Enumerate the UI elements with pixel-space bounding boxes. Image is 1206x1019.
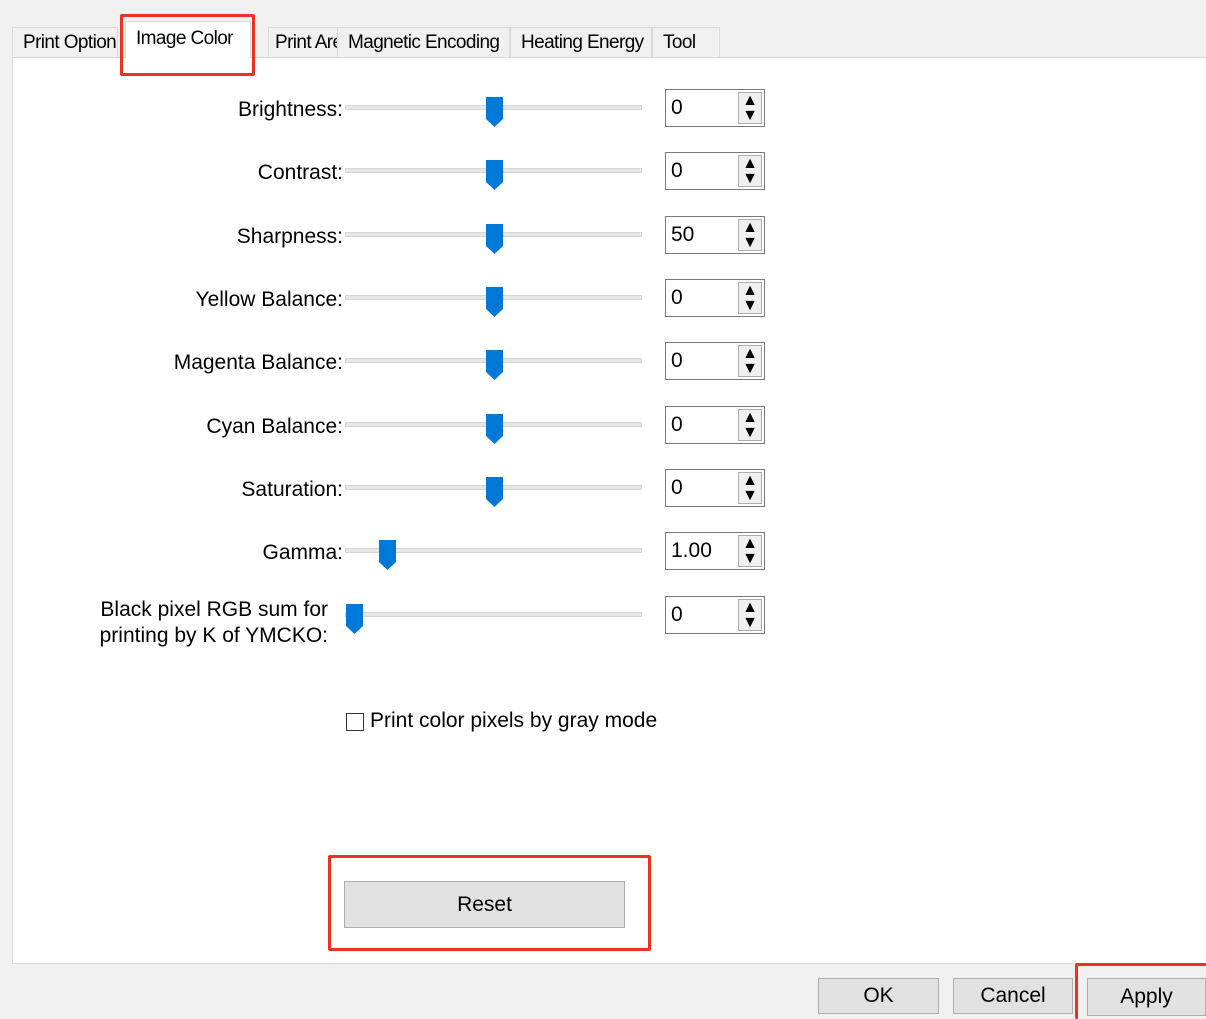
slider-thumb-icon: [485, 97, 503, 127]
gamma-row: Gamma: 1.00 ▲ ▼: [13, 532, 813, 580]
brightness-row: Brightness: 0 ▲ ▼: [13, 89, 813, 137]
brightness-slider[interactable]: [345, 97, 642, 127]
black-pixel-label-line1: Black pixel RGB sum for: [100, 598, 328, 621]
brightness-value[interactable]: 0: [671, 90, 683, 126]
contrast-value[interactable]: 0: [671, 153, 683, 189]
black-pixel-label: Black pixel RGB sum for printing by K of…: [100, 597, 328, 649]
slider-thumb-icon: [485, 350, 503, 380]
slider-thumb-icon: [485, 477, 503, 507]
spin-down-arrow-icon[interactable]: ▼: [739, 170, 761, 187]
cyan-balance-row: Cyan Balance: 0 ▲ ▼: [13, 406, 813, 454]
gamma-slider[interactable]: [345, 540, 642, 570]
cyan-balance-slider[interactable]: [345, 414, 642, 444]
slider-thumb-icon: [346, 604, 363, 634]
yellow-balance-slider[interactable]: [345, 287, 642, 317]
ok-button[interactable]: OK: [818, 978, 939, 1014]
tab-print-option[interactable]: Print Option: [12, 27, 118, 57]
spin-down-arrow-icon[interactable]: ▼: [739, 234, 761, 251]
spin-down-arrow-icon[interactable]: ▼: [739, 487, 761, 504]
slider-thumb[interactable]: [485, 160, 503, 190]
tab-print-area[interactable]: Print Area: [268, 27, 353, 57]
slider-thumb[interactable]: [346, 604, 363, 634]
slider-thumb[interactable]: [485, 224, 503, 254]
slider-thumb-icon: [485, 287, 503, 317]
contrast-slider[interactable]: [345, 160, 642, 190]
slider-thumb-icon: [379, 540, 397, 570]
contrast-row: Contrast: 0 ▲ ▼: [13, 152, 813, 200]
saturation-slider[interactable]: [345, 477, 642, 507]
yellow-balance-label: Yellow Balance:: [195, 288, 344, 311]
brightness-label: Brightness:: [237, 98, 343, 121]
cancel-button[interactable]: Cancel: [953, 978, 1073, 1014]
black-pixel-value[interactable]: 0: [671, 597, 683, 633]
tab-tool[interactable]: Tool: [652, 27, 720, 57]
gray-mode-checkbox[interactable]: [346, 713, 364, 731]
saturation-row: Saturation: 0 ▲ ▼: [13, 469, 813, 517]
cyan-balance-spinbox[interactable]: 0 ▲ ▼: [665, 406, 765, 444]
slider-thumb[interactable]: [485, 414, 503, 444]
black-pixel-row: Black pixel RGB sum for printing by K of…: [13, 596, 813, 674]
cyan-balance-value[interactable]: 0: [671, 407, 683, 443]
contrast-spinbox[interactable]: 0 ▲ ▼: [665, 152, 765, 190]
spin-down-arrow-icon[interactable]: ▼: [739, 614, 761, 631]
black-pixel-slider[interactable]: [345, 604, 642, 634]
slider-thumb[interactable]: [379, 540, 397, 570]
gray-mode-label[interactable]: Print color pixels by gray mode: [370, 708, 657, 734]
slider-thumb[interactable]: [485, 477, 503, 507]
tab-heating-energy[interactable]: Heating Energy: [510, 27, 652, 57]
cyan-balance-label: Cyan Balance:: [206, 415, 343, 438]
spin-down-arrow-icon[interactable]: ▼: [739, 424, 761, 441]
yellow-balance-spinbox[interactable]: 0 ▲ ▼: [665, 279, 765, 317]
spin-down-arrow-icon[interactable]: ▼: [739, 107, 761, 124]
slider-thumb-icon: [485, 224, 503, 254]
magenta-balance-spinbox[interactable]: 0 ▲ ▼: [665, 342, 765, 380]
saturation-value[interactable]: 0: [671, 470, 683, 506]
contrast-label: Contrast:: [257, 161, 343, 184]
gamma-value[interactable]: 1.00: [671, 533, 712, 569]
magenta-balance-label: Magenta Balance:: [173, 351, 343, 374]
slider-thumb[interactable]: [485, 97, 503, 127]
gamma-label: Gamma:: [262, 541, 343, 564]
reset-button[interactable]: Reset: [344, 881, 625, 928]
spin-down-arrow-icon[interactable]: ▼: [739, 360, 761, 377]
yellow-balance-row: Yellow Balance: 0 ▲ ▼: [13, 279, 813, 327]
slider-thumb-icon: [485, 160, 503, 190]
tab-image-color[interactable]: Image Color: [125, 21, 251, 58]
slider-thumb[interactable]: [485, 350, 503, 380]
brightness-spinbox[interactable]: 0 ▲ ▼: [665, 89, 765, 127]
sharpness-spinbox[interactable]: 50 ▲ ▼: [665, 216, 765, 254]
magenta-balance-value[interactable]: 0: [671, 343, 683, 379]
gamma-spinbox[interactable]: 1.00 ▲ ▼: [665, 532, 765, 570]
slider-thumb[interactable]: [485, 287, 503, 317]
sharpness-row: Sharpness: 50 ▲ ▼: [13, 216, 813, 264]
apply-button[interactable]: Apply: [1087, 978, 1206, 1016]
tab-magnetic-encoding[interactable]: Magnetic Encoding: [337, 27, 510, 57]
sharpness-label: Sharpness:: [236, 225, 343, 248]
image-color-panel: Brightness: 0 ▲ ▼ Contrast: 0 ▲ ▼ Sharpnes…: [12, 57, 1206, 964]
black-pixel-spinbox[interactable]: 0 ▲ ▼: [665, 596, 765, 634]
sharpness-slider[interactable]: [345, 224, 642, 254]
spin-down-arrow-icon[interactable]: ▼: [739, 297, 761, 314]
magenta-balance-slider[interactable]: [345, 350, 642, 380]
magenta-balance-row: Magenta Balance: 0 ▲ ▼: [13, 342, 813, 390]
yellow-balance-value[interactable]: 0: [671, 280, 683, 316]
slider-thumb-icon: [485, 414, 503, 444]
black-pixel-label-line2: printing by K of YMCKO:: [99, 624, 328, 647]
sharpness-value[interactable]: 50: [671, 217, 694, 253]
saturation-spinbox[interactable]: 0 ▲ ▼: [665, 469, 765, 507]
spin-down-arrow-icon[interactable]: ▼: [739, 550, 761, 567]
saturation-label: Saturation:: [241, 478, 343, 501]
